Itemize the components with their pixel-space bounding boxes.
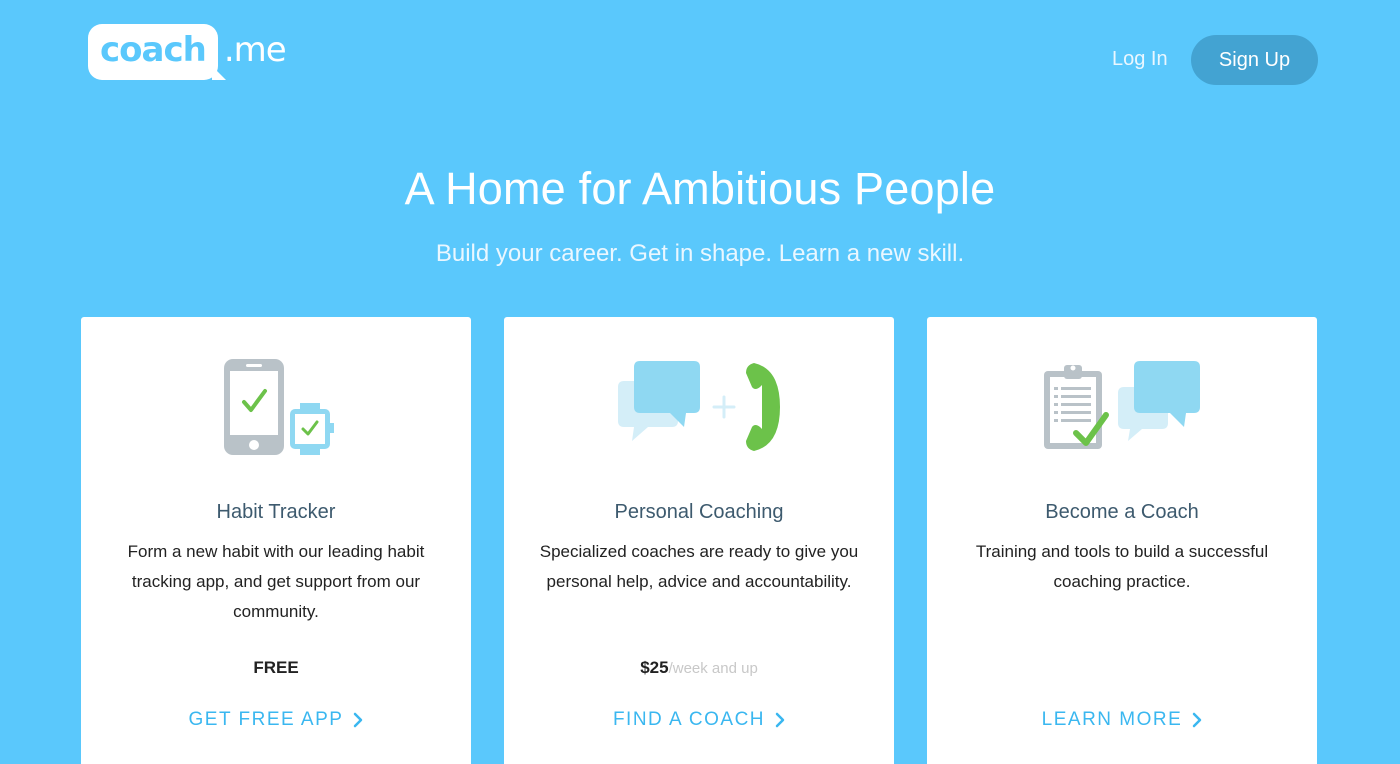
logo[interactable]: coach .me (88, 24, 287, 80)
clipboard-check-chat-icon (927, 355, 1317, 459)
chevron-right-icon (775, 712, 785, 728)
logo-domain-text: .me (223, 30, 287, 70)
card-price: $25/week and up (504, 658, 894, 678)
logo-bubble-text: coach (100, 30, 207, 70)
hero-title: A Home for Ambitious People (404, 163, 996, 214)
cta-label: FIND A COACH (612, 709, 766, 730)
card-title: Personal Coaching (614, 501, 784, 523)
learn-more-link[interactable]: LEARN MORE (927, 709, 1317, 731)
chat-plus-phone-icon (504, 355, 894, 459)
cta-label: LEARN MORE (1041, 709, 1183, 730)
price-unit: /week and up (668, 660, 758, 677)
card-description: Specialized coaches are ready to give yo… (539, 542, 859, 591)
get-free-app-link[interactable]: GET FREE APP (81, 709, 471, 731)
become-a-coach-card: Become a Coach Training and tools to bui… (927, 317, 1317, 764)
chevron-right-icon (354, 712, 363, 728)
personal-coaching-card: Personal Coaching Specialized coaches ar… (504, 317, 894, 764)
login-link[interactable]: Log In (1112, 48, 1168, 71)
chevron-right-icon (1193, 712, 1202, 728)
phone-and-watch-check-icon (81, 355, 471, 459)
card-price: FREE (81, 658, 471, 678)
hero-subtitle: Build your career. Get in shape. Learn a… (435, 240, 965, 267)
card-description: Form a new habit with our leading habit … (127, 542, 425, 621)
habit-tracker-card: Habit Tracker Form a new habit with our … (81, 317, 471, 764)
cta-label: GET FREE APP (188, 709, 344, 730)
logo-bubble: coach (88, 24, 226, 80)
card-title: Habit Tracker (216, 501, 336, 523)
price-amount: FREE (253, 658, 299, 677)
card-title: Become a Coach (1045, 501, 1199, 523)
price-amount: $25 (640, 658, 669, 677)
find-a-coach-link[interactable]: FIND A COACH (504, 709, 894, 731)
card-description: Training and tools to build a successful… (975, 542, 1269, 591)
signup-button[interactable]: Sign Up (1191, 35, 1318, 85)
